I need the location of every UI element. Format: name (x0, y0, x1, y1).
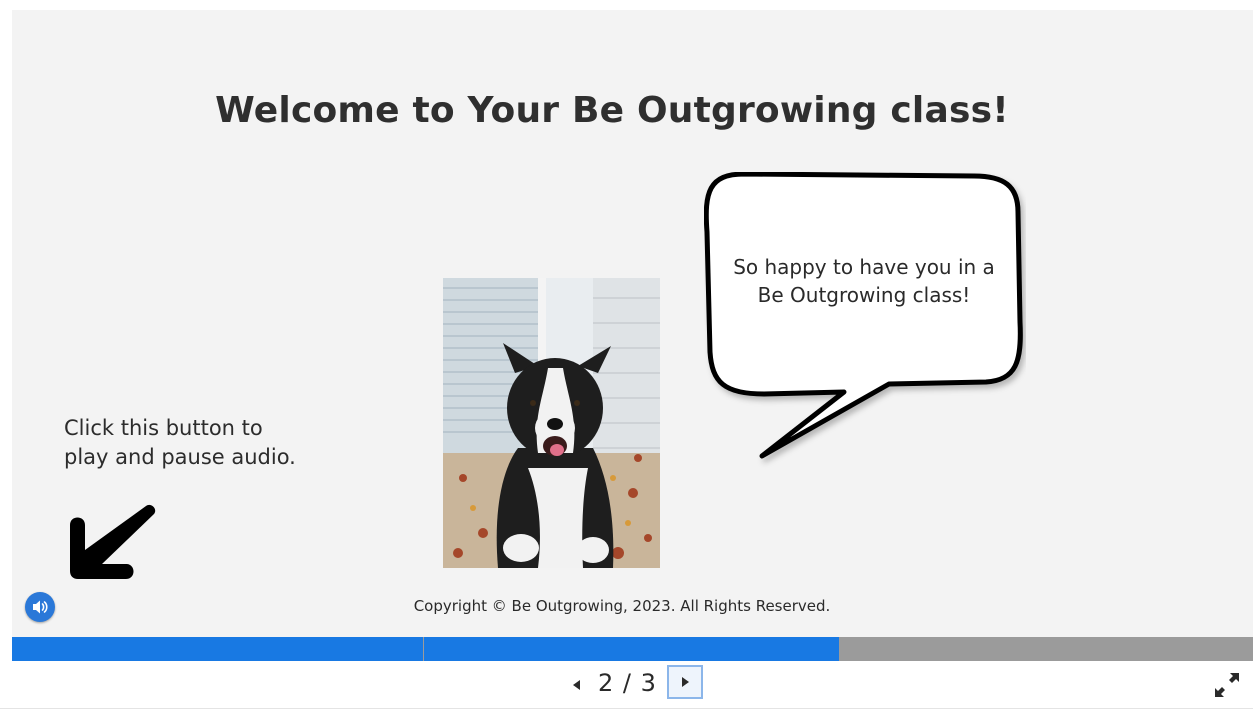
copyright-text: Copyright © Be Outgrowing, 2023. All Rig… (413, 597, 831, 615)
dog-photo (443, 278, 660, 568)
speech-bubble-text: So happy to have you in a Be Outgrowing … (714, 253, 1014, 309)
expand-icon (1215, 673, 1239, 697)
speech-bubble (704, 172, 1023, 459)
total-pages: 3 (640, 669, 657, 697)
arrow-down-left-icon (70, 504, 156, 579)
audio-instruction: Click this button to play and pause audi… (64, 414, 296, 472)
caret-left-icon (573, 680, 580, 690)
speaker-icon (33, 600, 48, 614)
caret-right-icon (682, 677, 689, 687)
progress-segment-completed (12, 637, 423, 661)
bottom-divider (0, 708, 1253, 709)
previous-slide-button[interactable] (569, 674, 585, 696)
fullscreen-button[interactable] (1211, 669, 1243, 701)
player-navbar: 2 / 3 (0, 661, 1253, 709)
audio-instruction-line: play and pause audio. (64, 445, 296, 469)
next-slide-button[interactable] (667, 665, 703, 699)
slide-title: Welcome to Your Be Outgrowing class! (215, 90, 1009, 131)
current-page: 2 (598, 669, 615, 697)
audio-play-pause-button[interactable] (25, 592, 55, 622)
page-indicator: 2 / 3 (598, 669, 657, 697)
progress-segment-completed (424, 637, 839, 661)
speech-bubble-line: Be Outgrowing class! (757, 283, 971, 307)
slide-progress-bar[interactable] (12, 637, 1253, 661)
speech-bubble-line: So happy to have you in a (733, 255, 995, 279)
slide-canvas: Welcome to Your Be Outgrowing class! So … (12, 10, 1253, 637)
audio-instruction-line: Click this button to (64, 416, 263, 440)
page-separator: / (622, 669, 633, 697)
